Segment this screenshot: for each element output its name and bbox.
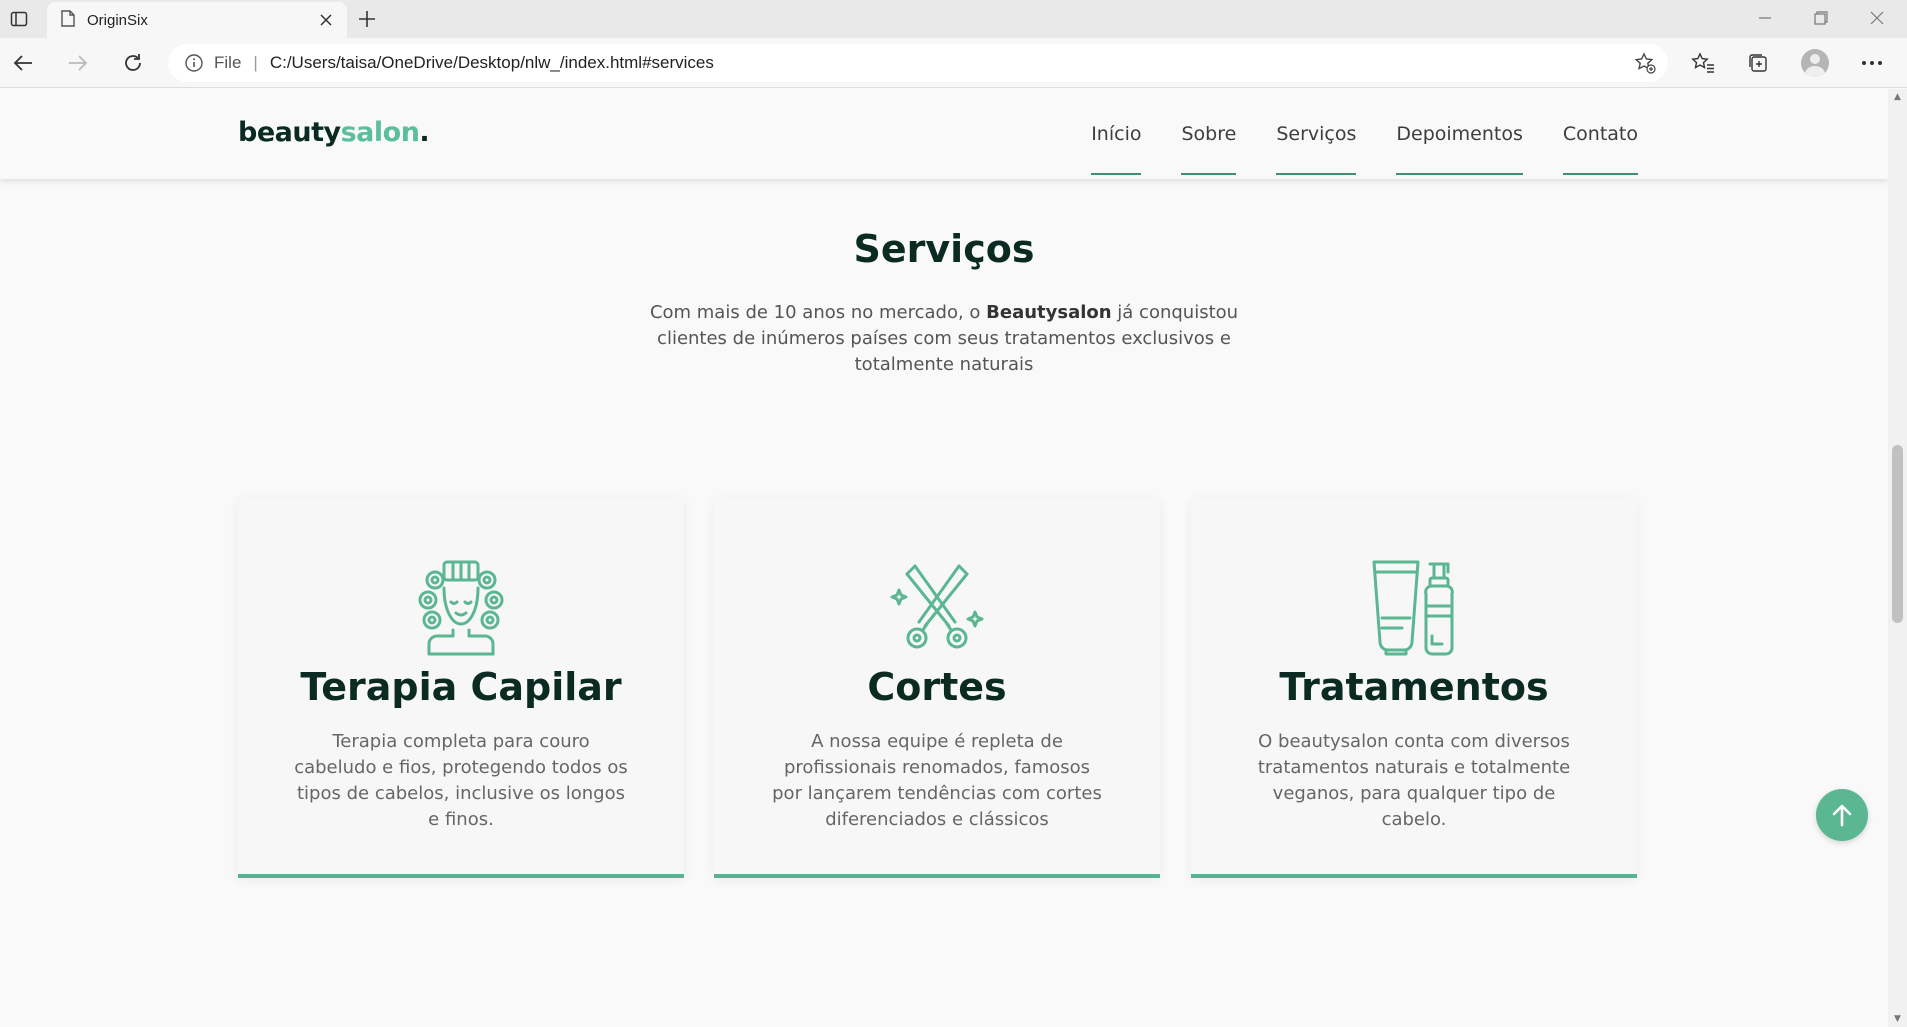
scroll-up-arrow-icon[interactable]: ▲ [1888,89,1907,105]
page-scrollbar[interactable]: ▲ ▼ [1888,89,1907,1027]
services-title: Serviços [853,227,1035,271]
browser-toolbar: File | C:/Users/taisa/OneDrive/Desktop/n… [0,38,1907,88]
collections-icon[interactable] [1741,46,1775,80]
close-window-icon[interactable] [1849,0,1905,36]
brand-name: Beautysalon [986,302,1112,323]
address-prefix: File [214,53,242,72]
nav-link-servicos[interactable]: Serviços [1276,89,1357,179]
service-card-cortes: Cortes A nossa equipe é repleta de profi… [714,498,1160,878]
service-card-terapia-capilar: Terapia Capilar Terapia completa para co… [238,498,684,878]
card-text: A nossa equipe é repleta de profissionai… [772,731,1102,830]
logo-dot: . [419,117,430,148]
more-options-icon[interactable] [1855,46,1889,80]
address-bar[interactable]: File | C:/Users/taisa/OneDrive/Desktop/n… [168,44,1668,82]
restore-icon[interactable] [1793,0,1849,36]
nav-link-sobre[interactable]: Sobre [1181,89,1236,179]
reload-icon[interactable] [116,46,150,80]
service-card-tratamentos: Tratamentos O beautysalon conta com dive… [1191,498,1637,878]
logo-text: beauty [238,117,341,148]
info-icon[interactable] [184,53,204,73]
logo-accent-text: salon [340,117,420,148]
card-title: Cortes [867,665,1007,709]
new-tab-icon[interactable] [352,5,382,33]
back-arrow-icon[interactable] [6,46,40,80]
address-separator: | [253,53,258,72]
profile-avatar-icon[interactable] [1798,46,1832,80]
address-url[interactable]: C:/Users/taisa/OneDrive/Desktop/nlw_/ind… [270,53,1628,73]
tab-title: OriginSix [87,11,148,29]
browser-tab[interactable]: OriginSix [47,2,347,38]
hair-products-icon [1364,558,1464,658]
site-nav: Início Sobre Serviços Depoimentos Contat… [1091,89,1639,179]
nav-link-depoimentos[interactable]: Depoimentos [1396,89,1523,179]
favorites-icon[interactable] [1686,46,1720,80]
site-header: beautysalon. Início Sobre Serviços Depoi… [0,89,1888,179]
add-favorite-icon[interactable] [1628,46,1662,80]
page-icon [61,9,75,31]
minimize-icon[interactable] [1737,0,1793,36]
nav-link-inicio[interactable]: Início [1091,89,1142,179]
card-text: O beautysalon conta com diversos tratame… [1257,731,1571,830]
close-tab-icon[interactable] [315,9,337,31]
browser-tab-bar: OriginSix [0,0,1907,38]
card-title: Terapia Capilar [300,665,622,709]
card-title: Tratamentos [1279,665,1549,709]
tab-actions-icon[interactable] [6,6,32,32]
forward-arrow-icon[interactable] [61,46,95,80]
hair-curlers-icon [411,558,511,658]
services-description: Com mais de 10 anos no mercado, o Beauty… [649,302,1239,375]
card-text: Terapia completa para couro cabeludo e f… [294,731,628,830]
scissors-icon [887,558,987,658]
back-to-top-button[interactable] [1816,789,1868,841]
scroll-down-arrow-icon[interactable]: ▼ [1888,1011,1907,1027]
nav-link-contato[interactable]: Contato [1562,89,1639,179]
site-logo[interactable]: beautysalon. [238,117,430,148]
page-viewport: beautysalon. Início Sobre Serviços Depoi… [0,89,1888,1027]
arrow-up-icon [1832,804,1852,827]
scrollbar-thumb[interactable] [1892,445,1903,623]
